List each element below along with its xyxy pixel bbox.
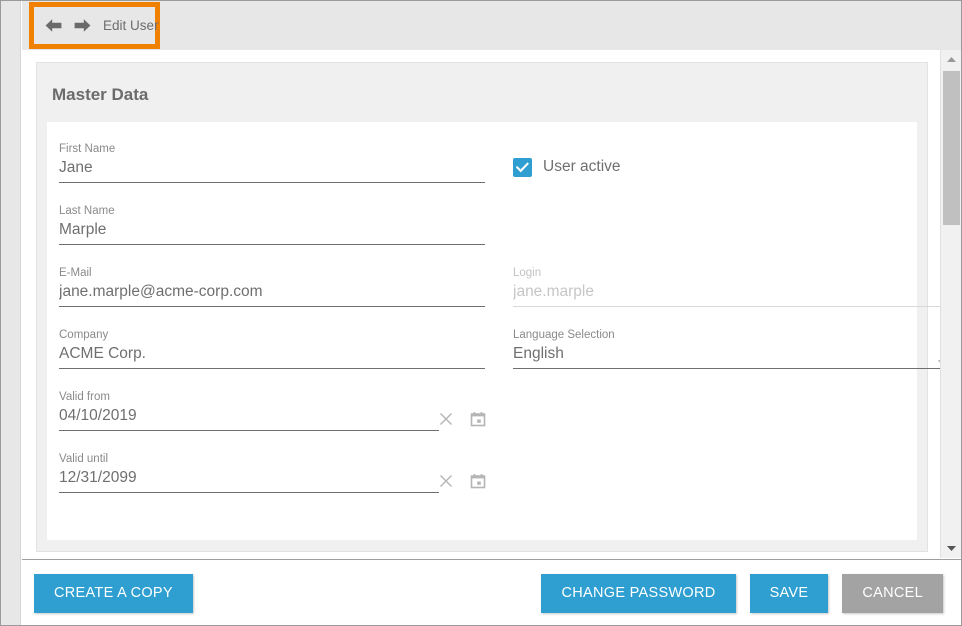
scroll-thumb[interactable] xyxy=(943,71,960,225)
valid-until-input[interactable] xyxy=(59,467,439,493)
change-password-button[interactable]: CHANGE PASSWORD xyxy=(541,573,736,613)
user-active-label: User active xyxy=(543,158,621,175)
last-name-input[interactable] xyxy=(59,219,485,245)
field-label-language-selection: Language Selection xyxy=(513,329,615,341)
left-gutter xyxy=(1,1,21,625)
valid-from-icons xyxy=(437,410,487,428)
scroll-content: Master Data First Name Last Name xyxy=(22,50,949,552)
field-label-last-name: Last Name xyxy=(59,205,115,217)
card-header: Master Data xyxy=(37,63,927,122)
field-language-selection: Language Selection xyxy=(513,328,955,370)
cancel-button[interactable]: CANCEL xyxy=(842,573,943,613)
field-valid-from: Valid from xyxy=(59,390,499,432)
field-label-valid-until: Valid until xyxy=(59,453,109,465)
edit-user-window: Edit User Master Data First Name Jane La… xyxy=(0,0,962,626)
field-label-first-name: First Name xyxy=(59,143,116,155)
master-data-card: Master Data First Name Last Name xyxy=(36,62,949,552)
footer-action-bar: CREATE A COPY CHANGE PASSWORD SAVE CANCE… xyxy=(22,559,961,625)
nav-highlight-box: Edit User xyxy=(29,2,160,49)
form-column-left: First Name Last Name E-Mail xyxy=(59,142,499,514)
scroll-down-arrow-icon[interactable] xyxy=(941,539,961,558)
content-viewport: Master Data First Name Last Name xyxy=(22,50,961,558)
form-column-right: User active Login Language Selection xyxy=(513,142,955,514)
field-email: E-Mail xyxy=(59,266,499,308)
card-body: First Name Last Name E-Mail xyxy=(47,122,949,540)
card-title: Master Data xyxy=(52,85,149,104)
user-active-checkbox[interactable] xyxy=(513,157,532,177)
language-selection-input[interactable] xyxy=(513,343,941,369)
page-title: Edit User xyxy=(103,18,159,33)
scroll-up-arrow-icon[interactable] xyxy=(941,50,961,69)
valid-from-input[interactable] xyxy=(59,405,439,431)
field-last-name: Last Name xyxy=(59,204,499,246)
clear-x-icon[interactable] xyxy=(437,410,455,428)
arrow-right-icon[interactable] xyxy=(72,16,92,36)
company-input[interactable] xyxy=(59,343,485,369)
field-company: Company xyxy=(59,328,499,370)
field-label-login: Login xyxy=(513,267,542,279)
clear-x-icon[interactable] xyxy=(437,472,455,490)
top-navigation-bar: Edit User xyxy=(22,1,961,50)
field-label-company: Company xyxy=(59,329,109,341)
login-input xyxy=(513,281,941,307)
save-button[interactable]: SAVE xyxy=(749,573,829,613)
form-grid: First Name Last Name E-Mail xyxy=(47,142,949,514)
footer-right-actions: CHANGE PASSWORD SAVE CANCEL xyxy=(541,573,943,613)
user-active-checkbox-row[interactable]: User active xyxy=(513,142,955,184)
arrow-left-icon[interactable] xyxy=(43,16,63,36)
email-input[interactable] xyxy=(59,281,485,307)
valid-until-icons xyxy=(437,472,487,490)
create-a-copy-button[interactable]: CREATE A COPY xyxy=(34,573,193,613)
field-valid-until: Valid until xyxy=(59,452,499,494)
field-label-email: E-Mail xyxy=(59,267,92,279)
field-login: Login xyxy=(513,266,955,308)
right-column-spacer xyxy=(513,204,955,246)
calendar-icon[interactable] xyxy=(469,410,487,428)
calendar-icon[interactable] xyxy=(469,472,487,490)
field-label-valid-from: Valid from xyxy=(59,391,110,403)
vertical-scrollbar[interactable] xyxy=(940,50,961,558)
first-name-input[interactable] xyxy=(59,157,485,183)
field-first-name: First Name xyxy=(59,142,499,184)
